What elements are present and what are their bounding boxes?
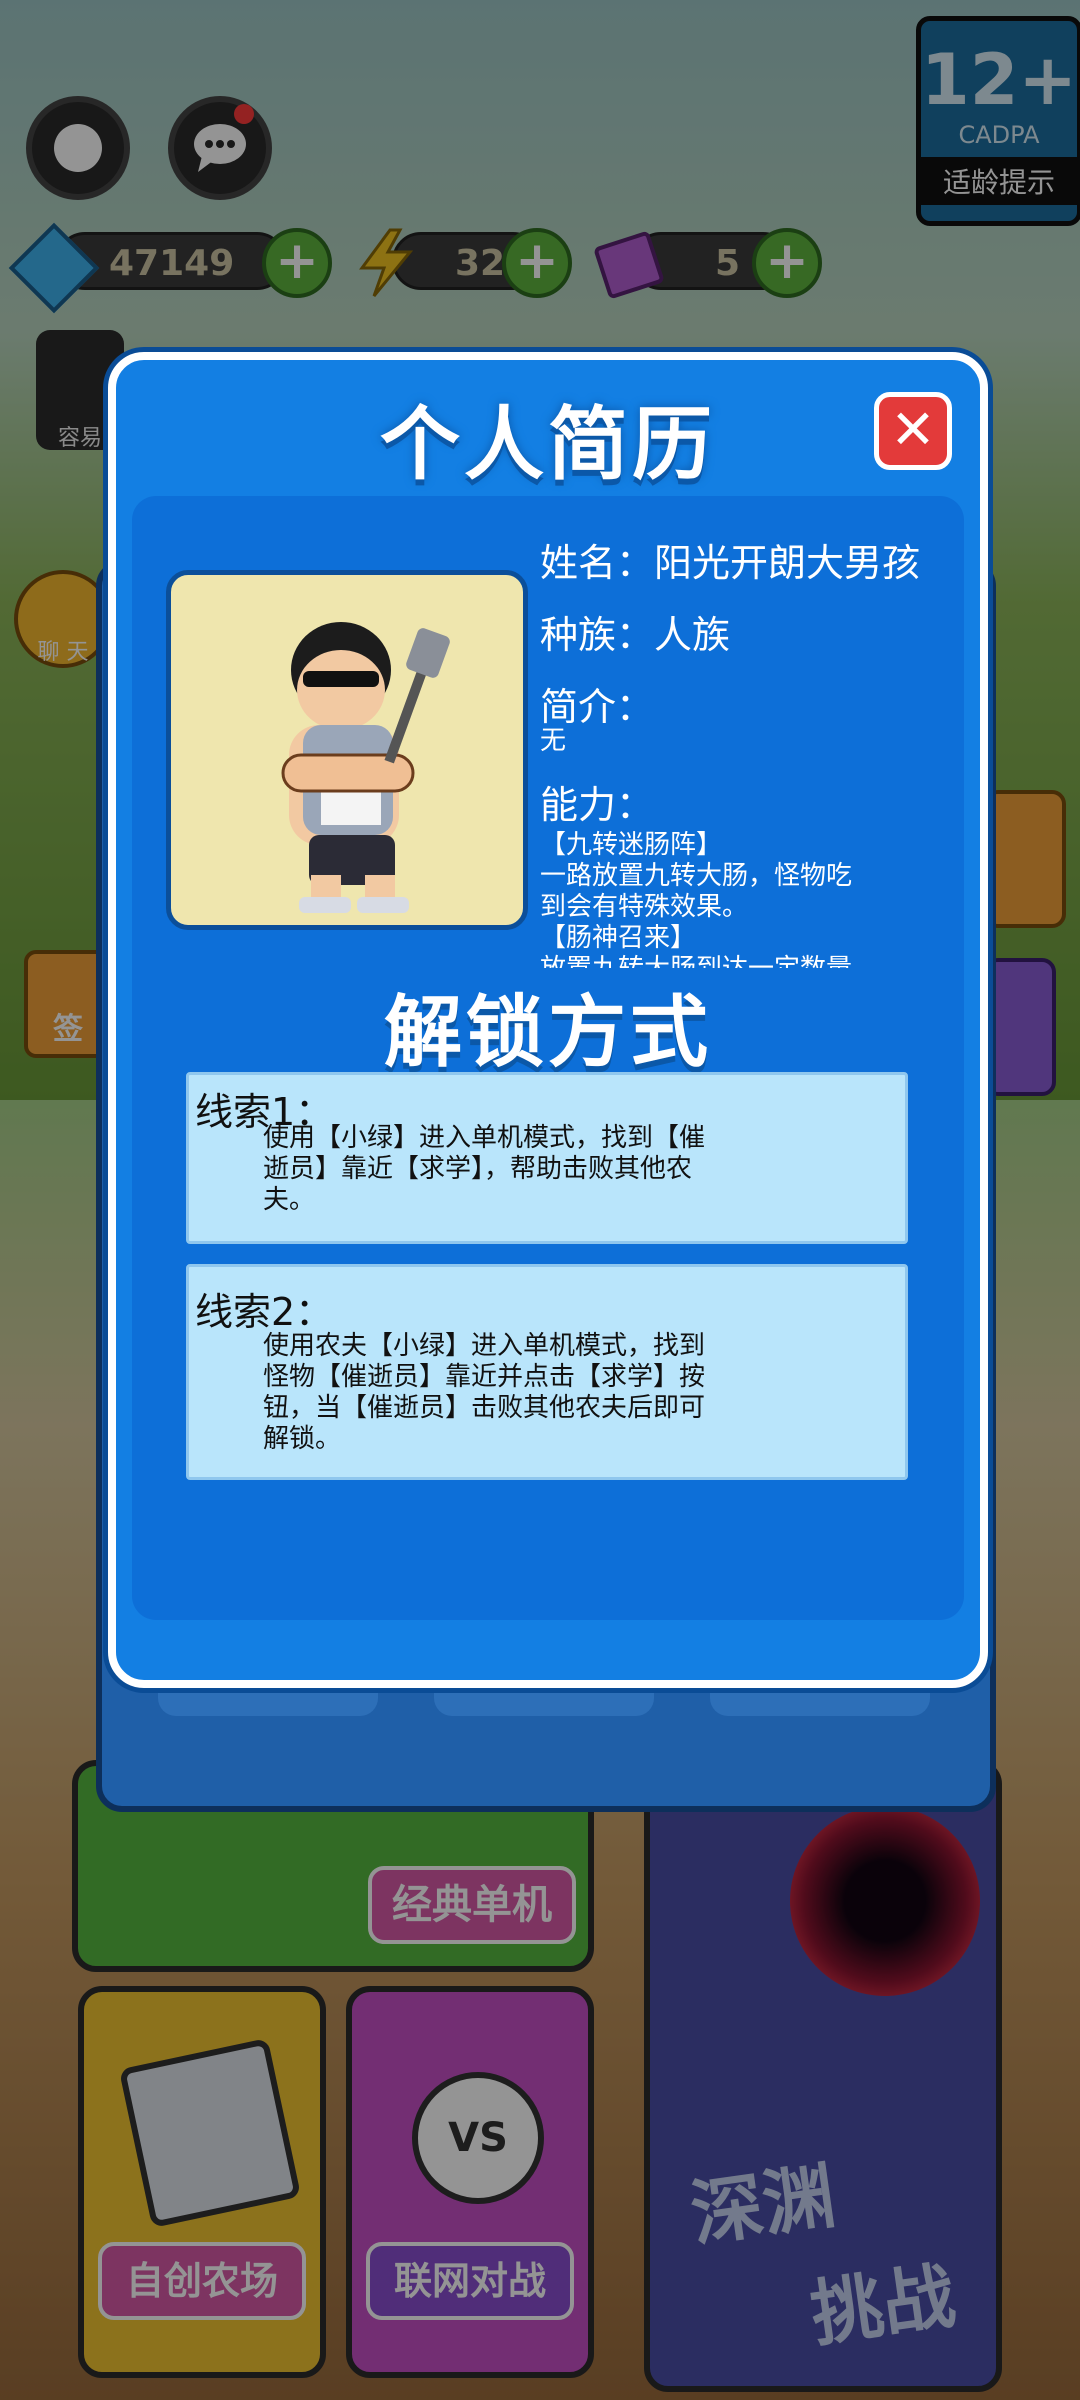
character-race: 种族：人族	[540, 613, 731, 657]
clue-line: 解锁。	[263, 1424, 342, 1454]
clue-line: 使用【小绿】进入单机模式，找到【催	[263, 1123, 706, 1153]
clue-line: 夫。	[263, 1185, 316, 1215]
ability-label: 能力：	[540, 783, 655, 827]
close-icon: ✕	[890, 398, 936, 461]
ability-list[interactable]: 【九转迷肠阵】 一路放置九转大肠，怪物吃 到会有特殊效果。 【肠神召来】 放置九…	[540, 830, 940, 968]
close-button[interactable]: ✕	[874, 392, 952, 470]
clue-line: 怪物【催逝员】靠近并点击【求学】按	[263, 1362, 706, 1392]
unlock-title: 解锁方式	[383, 988, 712, 1078]
modal-title: 个人简历	[380, 398, 716, 491]
intro-label: 简介：	[540, 685, 655, 729]
clue-line: 钮，当【催逝员】击败其他农夫后即可	[263, 1393, 706, 1423]
clue-title: 线索2：	[195, 1290, 334, 1334]
clue-line: 使用农夫【小绿】进入单机模式，找到	[263, 1331, 706, 1361]
ability-line: 放置九转大肠到达一定数量	[540, 954, 940, 968]
ability-line: 到会有特殊效果。	[540, 892, 749, 922]
ability-line: 【肠神召来】	[540, 923, 697, 953]
character-portrait	[166, 570, 528, 930]
clue-text: 使用【小绿】进入单机模式，找到【催 逝员】靠近【求学】，帮助击败其他农 夫。	[263, 1123, 823, 1216]
ability-line: 一路放置九转大肠，怪物吃	[540, 861, 853, 891]
intro-value: 无	[540, 726, 567, 756]
clue-box-1: 线索1： 使用【小绿】进入单机模式，找到【催 逝员】靠近【求学】，帮助击败其他农…	[186, 1072, 908, 1244]
clue-box-2: 线索2： 使用农夫【小绿】进入单机模式，找到 怪物【催逝员】靠近并点击【求学】按…	[186, 1264, 908, 1480]
clue-text: 使用农夫【小绿】进入单机模式，找到 怪物【催逝员】靠近并点击【求学】按 钮，当【…	[263, 1331, 823, 1455]
ability-line: 【九转迷肠阵】	[540, 830, 723, 860]
profile-modal: 个人简历 ✕ 姓名：阳光开朗大男孩 种族：人族 简介： 无 能力： 【九转迷肠阵…	[108, 352, 988, 1688]
character-name: 姓名：阳光开朗大男孩	[540, 541, 921, 585]
character-avatar-icon	[281, 622, 450, 913]
clue-line: 逝员】靠近【求学】，帮助击败其他农	[263, 1154, 693, 1184]
